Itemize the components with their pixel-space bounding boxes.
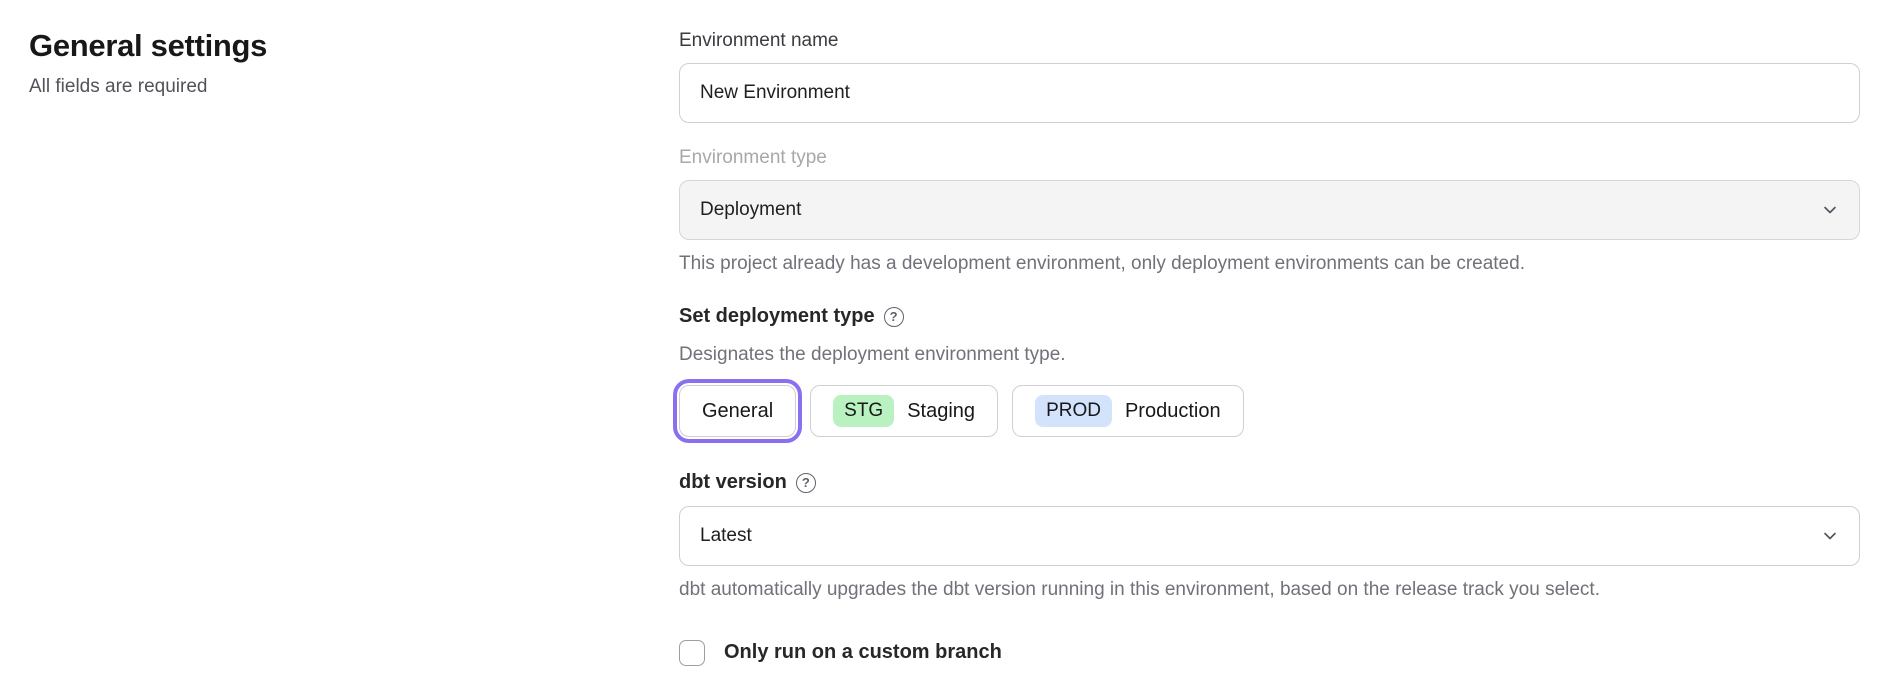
dbt-version-label: dbt version (679, 471, 787, 494)
settings-form: Environment name Environment type Deploy… (679, 28, 1860, 666)
deployment-type-staging-button[interactable]: STG Staging (810, 385, 998, 437)
dbt-version-header: dbt version ? (679, 471, 1860, 494)
settings-header: General settings All fields are required (29, 28, 679, 666)
environment-name-label: Environment name (679, 30, 1860, 53)
deployment-type-production-button[interactable]: PROD Production (1012, 385, 1244, 437)
deployment-type-label: Set deployment type (679, 305, 875, 328)
environment-settings-page: General settings All fields are required… (0, 0, 1890, 666)
custom-branch-row: Only run on a custom branch (679, 640, 1860, 666)
chevron-down-icon (1821, 201, 1839, 219)
deployment-type-options: General STG Staging PROD Production (679, 385, 1860, 437)
deployment-type-general-button[interactable]: General (679, 385, 796, 437)
dbt-version-helper: dbt automatically upgrades the dbt versi… (679, 578, 1860, 602)
environment-type-select[interactable]: Deployment (679, 180, 1860, 240)
deployment-type-staging-label: Staging (907, 400, 975, 423)
deployment-type-general-label: General (702, 400, 773, 423)
page-title: General settings (29, 28, 679, 64)
dbt-version-value: Latest (700, 525, 752, 547)
dbt-version-select[interactable]: Latest (679, 506, 1860, 566)
help-icon[interactable]: ? (884, 307, 904, 327)
deployment-type-header: Set deployment type ? (679, 305, 1860, 328)
environment-type-helper: This project already has a development e… (679, 252, 1860, 276)
environment-type-label: Environment type (679, 147, 1860, 170)
chevron-down-icon (1821, 527, 1839, 545)
help-icon[interactable]: ? (796, 473, 816, 493)
custom-branch-label: Only run on a custom branch (724, 641, 1002, 664)
page-subtitle: All fields are required (29, 76, 679, 98)
deployment-type-helper: Designates the deployment environment ty… (679, 343, 1860, 367)
environment-name-input[interactable] (679, 63, 1860, 123)
staging-badge: STG (833, 395, 894, 428)
production-badge: PROD (1035, 395, 1112, 428)
deployment-type-production-label: Production (1125, 400, 1221, 423)
custom-branch-checkbox[interactable] (679, 640, 705, 666)
environment-type-value: Deployment (700, 199, 801, 221)
